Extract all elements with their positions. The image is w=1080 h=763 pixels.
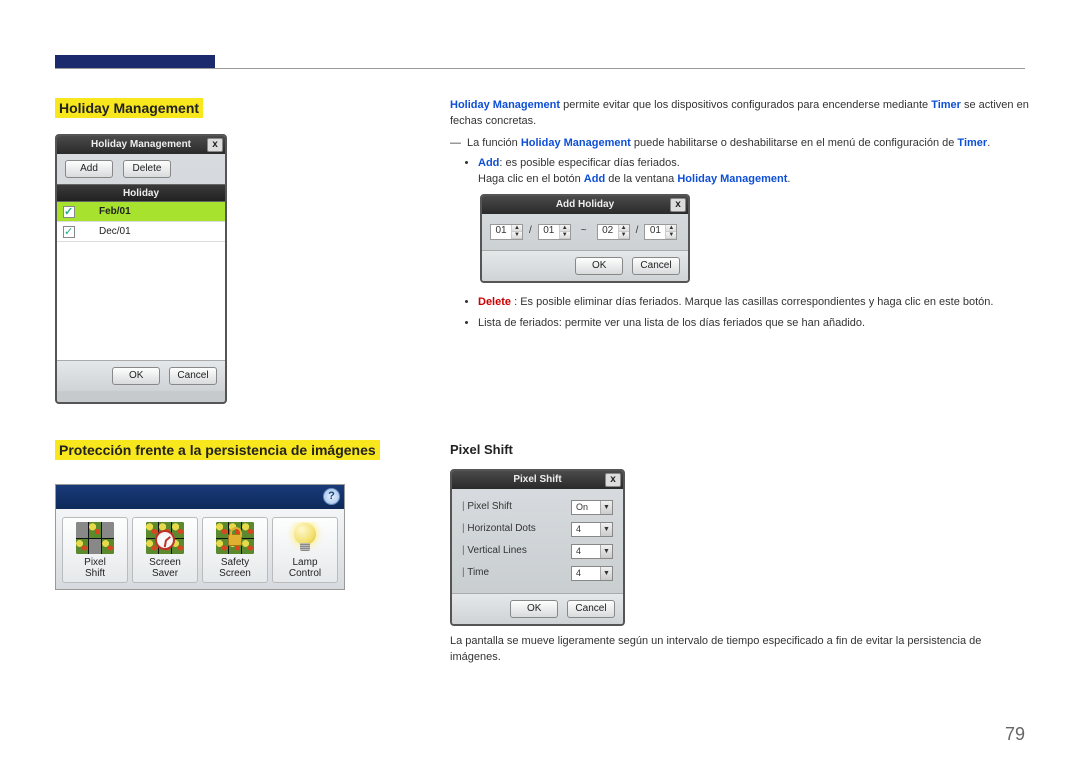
add-description: Add: es posible especificar días feriado… xyxy=(478,156,1030,188)
checkbox[interactable] xyxy=(63,226,75,238)
add-holiday-dialog: Add Holiday x 01▲▼ / 01▲▼ ~ 02▲▼ / 01▲▼ xyxy=(480,194,690,283)
holiday-management-dialog: Holiday Management x Add Delete Holiday … xyxy=(55,134,227,404)
header-rule xyxy=(55,68,1025,69)
heading-protection: Protección frente a la persistencia de i… xyxy=(55,440,380,460)
pixel-shift-tool[interactable]: Pixel Shift xyxy=(62,517,128,583)
month-end-spinner[interactable]: 02▲▼ xyxy=(597,224,630,240)
page-number: 79 xyxy=(1005,724,1025,745)
add-button[interactable]: Add xyxy=(65,160,113,178)
pixel-shift-dialog: Pixel Shift x Pixel Shift On▼ Horizontal… xyxy=(450,469,625,626)
tool-label: Screen Saver xyxy=(133,557,197,579)
holiday-date: Feb/01 xyxy=(99,206,131,217)
dialog-title-text: Holiday Management xyxy=(91,139,191,150)
pixel-shift-select[interactable]: On▼ xyxy=(571,500,613,515)
cancel-button[interactable]: Cancel xyxy=(632,257,680,275)
cancel-button[interactable]: Cancel xyxy=(169,367,217,385)
ok-button[interactable]: OK xyxy=(510,600,558,618)
dialog-title-text: Pixel Shift xyxy=(513,474,561,485)
pixel-shift-icon xyxy=(76,522,114,554)
pixel-shift-description: La pantalla se mueve ligeramente según u… xyxy=(450,634,1030,666)
holiday-column-header: Holiday xyxy=(57,184,225,202)
help-icon[interactable]: ? xyxy=(323,488,340,505)
checkbox[interactable] xyxy=(63,206,75,218)
delete-button[interactable]: Delete xyxy=(123,160,171,178)
list-item[interactable]: Dec/01 xyxy=(57,222,225,242)
protection-toolbar: ? Pixel Shift xyxy=(55,484,345,590)
list-description: Lista de feriados: permite ver una lista… xyxy=(478,316,1030,332)
screen-saver-tool[interactable]: Screen Saver xyxy=(132,517,198,583)
ok-button[interactable]: OK xyxy=(575,257,623,275)
dialog-title: Holiday Management x xyxy=(57,136,225,154)
heading-holiday-management: Holiday Management xyxy=(55,98,203,118)
pixel-shift-label: Pixel Shift xyxy=(462,500,512,515)
dialog-title: Pixel Shift x xyxy=(452,471,623,489)
horizontal-dots-select[interactable]: 4▼ xyxy=(571,522,613,537)
tool-label: Lamp Control xyxy=(273,557,337,579)
heading-pixel-shift: Pixel Shift xyxy=(450,441,1030,460)
vertical-lines-select[interactable]: 4▼ xyxy=(571,544,613,559)
tool-label: Pixel Shift xyxy=(63,557,127,579)
day-start-spinner[interactable]: 01▲▼ xyxy=(538,224,571,240)
lamp-control-icon xyxy=(286,522,324,554)
vertical-lines-label: Vertical Lines xyxy=(462,544,527,559)
ok-button[interactable]: OK xyxy=(112,367,160,385)
dialog-title: Add Holiday x xyxy=(482,196,688,214)
cancel-button[interactable]: Cancel xyxy=(567,600,615,618)
list-item[interactable]: Feb/01 xyxy=(57,202,225,222)
month-start-spinner[interactable]: 01▲▼ xyxy=(490,224,523,240)
close-icon[interactable]: x xyxy=(605,473,621,487)
header-accent-bar xyxy=(55,55,215,68)
dialog-title-text: Add Holiday xyxy=(556,199,614,210)
time-select[interactable]: 4▼ xyxy=(571,566,613,581)
delete-description: Delete : Es posible eliminar días feriad… xyxy=(478,295,1030,311)
screen-saver-icon xyxy=(146,522,184,554)
horizontal-dots-label: Horizontal Dots xyxy=(462,522,536,537)
intro-paragraph: Holiday Management permite evitar que lo… xyxy=(450,98,1030,130)
holiday-date: Dec/01 xyxy=(99,226,131,237)
lamp-control-tool[interactable]: Lamp Control xyxy=(272,517,338,583)
note-line: ― La función Holiday Management puede ha… xyxy=(450,136,1030,152)
close-icon[interactable]: x xyxy=(207,138,223,152)
time-label: Time xyxy=(462,566,489,581)
tool-label: Safety Screen xyxy=(203,557,267,579)
holiday-list: Feb/01 Dec/01 xyxy=(57,202,225,360)
safety-screen-tool[interactable]: Safety Screen xyxy=(202,517,268,583)
safety-screen-icon xyxy=(216,522,254,554)
day-end-spinner[interactable]: 01▲▼ xyxy=(644,224,677,240)
close-icon[interactable]: x xyxy=(670,198,686,212)
